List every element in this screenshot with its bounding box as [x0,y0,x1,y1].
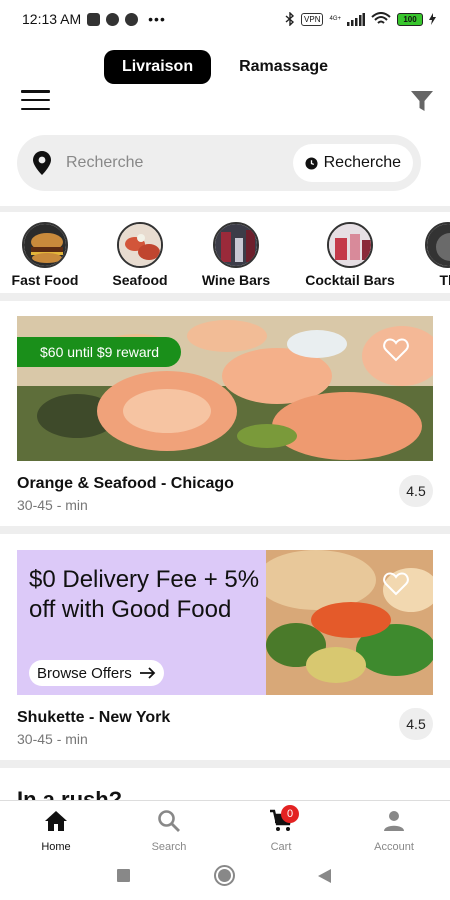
nav-label: Home [41,841,71,853]
more-notifications-icon: ••• [148,11,166,27]
category-label: Cocktail Bars [305,272,395,288]
burger-image [22,222,68,268]
restaurant-name: Shukette - New York [17,709,171,726]
home-icon [45,811,67,831]
search-input[interactable]: Recherche [66,154,143,172]
delivery-tab[interactable]: Livraison [103,50,212,84]
nav-label: Account [374,841,414,853]
divider [0,293,450,301]
seafood-image [117,222,163,268]
arrow-right-icon [139,667,156,679]
restaurant-card[interactable]: $0 Delivery Fee + 5% off with Good Food … [17,550,433,747]
restaurant-image: $60 until $9 reward [17,316,433,461]
pickup-tab[interactable]: Ramassage [221,50,346,84]
section-heading: In a rush? [17,787,123,800]
restaurant-card[interactable]: $60 until $9 reward Orange & Seafood - C… [17,316,433,513]
back-icon[interactable] [318,869,331,883]
divider [0,760,450,768]
app-notification-icon [106,12,120,26]
delivery-mode-toggle: Livraison Ramassage [0,50,450,84]
search-bar[interactable]: Recherche Recherche [17,135,421,191]
cocktail-bar-image [327,222,373,268]
divider [0,526,450,534]
browse-offers-button[interactable]: Browse Offers [29,660,164,686]
promo-text: $0 Delivery Fee + 5% off with Good Food [29,566,260,623]
category-label: Th [439,272,450,288]
battery-icon: 100 [397,12,423,26]
category-wine-bars[interactable]: Wine Bars [197,215,275,288]
category-image [425,222,450,268]
nav-cart[interactable]: 0 Cart [225,801,337,853]
browse-offers-label: Browse Offers [37,664,132,682]
bluetooth-icon [285,12,295,26]
divider [0,206,450,212]
location-pin-icon [33,151,51,175]
promo-panel: $0 Delivery Fee + 5% off with Good Food … [17,550,266,695]
category-cocktail-bars[interactable]: Cocktail Bars [300,215,400,288]
network-type: 4G+ [329,16,341,22]
signal-icon [347,12,365,26]
schedule-label: Recherche [323,154,401,171]
rating-badge: 4.5 [399,475,433,507]
app-notification-icon-2 [125,12,139,26]
category-label: Seafood [112,272,168,288]
category-more[interactable]: Th [425,215,450,288]
category-label: Fast Food [11,272,79,288]
nav-label: Cart [270,841,292,853]
filter-icon[interactable] [410,90,434,112]
delivery-time: 30-45 - min [17,731,88,747]
vpn-badge: VPN [301,12,324,26]
rating-badge: 4.5 [399,708,433,740]
nav-search[interactable]: Search [113,801,225,853]
cart-count-badge: 0 [281,805,299,823]
nav-home[interactable]: Home [0,801,112,853]
status-bar: 12:13 AM ••• VPN 4G+ 100 [0,0,450,38]
reward-badge: $60 until $9 reward [17,337,182,367]
menu-icon[interactable] [21,90,50,110]
account-icon [384,811,404,831]
nav-label: Search [151,841,187,853]
status-time: 12:13 AM [22,11,82,27]
heart-icon[interactable] [383,338,409,362]
category-seafood[interactable]: Seafood [106,215,174,288]
restaurant-image: $0 Delivery Fee + 5% off with Good Food … [17,550,433,695]
category-label: Wine Bars [201,272,271,288]
search-icon [158,810,180,832]
home-circle-icon[interactable] [214,865,235,886]
bottom-nav: Home Search 0 Cart Account [0,800,450,858]
recents-icon[interactable] [117,869,130,882]
delivery-time: 30-45 - min [17,497,88,513]
category-list: Fast Food Seafood Wine Bars Cocktail Bar… [0,215,450,293]
wifi-icon [371,12,391,24]
cart-icon-wrap: 0 [269,805,299,833]
nav-account[interactable]: Account [338,801,450,853]
charging-icon [429,13,436,25]
heart-icon[interactable] [383,572,409,596]
clock-icon [305,156,318,170]
schedule-button[interactable]: Recherche [292,144,413,182]
system-nav-bar [0,858,450,900]
restaurant-name: Orange & Seafood - Chicago [17,475,234,492]
notification-icon [87,12,101,26]
category-fast-food[interactable]: Fast Food [8,215,82,288]
wine-bar-image [213,222,259,268]
